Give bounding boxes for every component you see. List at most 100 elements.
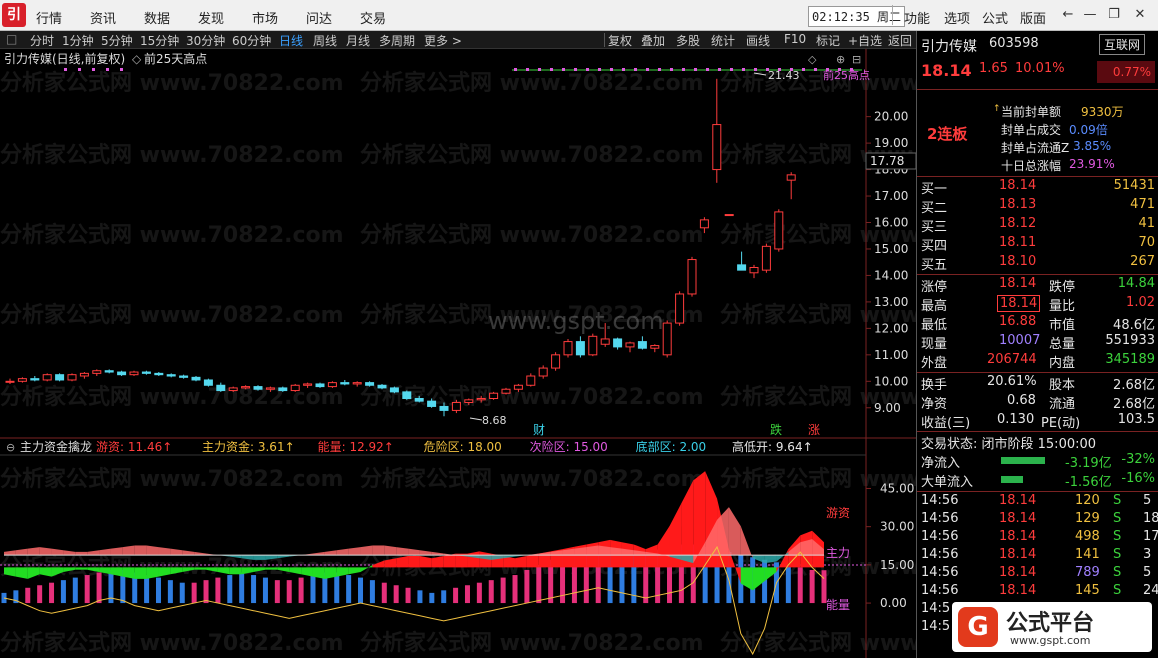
menu-banmian[interactable]: 版面	[1020, 8, 1046, 27]
tab-toggle-icon[interactable]: □	[6, 32, 17, 46]
price-tick-label: 17.00	[874, 189, 908, 203]
candle-body	[761, 245, 771, 271]
candle-body	[439, 405, 449, 411]
menu-hangqing[interactable]: 行情	[36, 8, 62, 27]
menu-wenda[interactable]: 问达	[306, 8, 332, 27]
candle-body	[551, 354, 561, 369]
tab-5min[interactable]: 5分钟	[101, 32, 133, 49]
tool-back[interactable]: 返回	[888, 32, 912, 49]
youzi-segment	[348, 567, 361, 575]
candle-body	[575, 341, 585, 356]
candle-body	[352, 382, 362, 385]
menu-shuju[interactable]: 数据	[144, 8, 170, 27]
divider	[917, 491, 1158, 492]
energy-bar	[262, 577, 268, 604]
zhuli-segment	[396, 547, 409, 556]
restore-icon[interactable]: ❐	[1104, 5, 1124, 25]
candles	[5, 78, 796, 417]
die-marker: 跌	[770, 422, 782, 437]
tick-row[interactable]: 14:56 18.14 498 S 17	[917, 529, 1158, 547]
zhuli-segment	[15, 548, 28, 556]
bid-row: 买四 18.11 70	[921, 235, 1155, 254]
high-dot	[78, 68, 81, 71]
tab-more[interactable]: 更多 >	[424, 32, 462, 49]
youzi-segment	[515, 555, 527, 568]
sector-tag[interactable]: 互联网	[1099, 34, 1146, 55]
tab-monthly[interactable]: 月线	[346, 32, 370, 49]
candle-body	[265, 387, 275, 390]
kline-svg[interactable]: 引力传媒(日线,前复权) ◇ 前25天高点 ◇ ⊕ ⊟ 前25高点 21.43 …	[0, 49, 916, 658]
tick-row[interactable]: 14:56 18.14 120 S 5	[917, 493, 1158, 511]
price-tick-label: 16.00	[874, 216, 908, 230]
tab-60min[interactable]: 60分钟	[232, 32, 271, 49]
zhuli-segment	[241, 555, 254, 560]
tool-f10[interactable]: F10	[784, 32, 806, 46]
youzi-segment	[63, 567, 76, 572]
stat-row: 换手 20.61% 股本 2.68亿	[921, 374, 1155, 393]
energy-bar	[441, 590, 447, 604]
youzi-segment	[87, 567, 100, 572]
tab-1min[interactable]: 1分钟	[62, 32, 94, 49]
candle-body	[724, 214, 734, 217]
minimize-icon[interactable]: —	[1080, 5, 1100, 25]
tick-row[interactable]: 14:56 18.14 141 S 3	[917, 547, 1158, 565]
menu-gongshi[interactable]: 公式	[982, 8, 1008, 27]
menu-jiaoyi[interactable]: 交易	[360, 8, 386, 27]
high-dot	[814, 68, 817, 71]
youzi-segment	[217, 567, 230, 575]
tick-row[interactable]: 14:56 18.14 129 S 18	[917, 511, 1158, 529]
candle-body	[228, 387, 238, 392]
youzi-segment	[206, 567, 218, 572]
energy-bar	[274, 580, 280, 604]
zhuli-segment	[99, 548, 111, 556]
tab-15min[interactable]: 15分钟	[140, 32, 179, 49]
tool-tongji[interactable]: 统计	[711, 32, 735, 49]
period-tab-bar: □ 分时 1分钟 5分钟 15分钟 30分钟 60分钟 日线 周线 月线 多周期…	[0, 31, 916, 49]
tab-multi-period[interactable]: 多周期	[379, 32, 415, 49]
youzi-segment	[51, 567, 64, 577]
candle-body	[451, 401, 461, 411]
zhuli-segment	[336, 548, 349, 556]
tool-add-watchlist[interactable]: +自选	[848, 32, 882, 49]
tool-fuquan[interactable]: 复权	[608, 32, 632, 49]
candle-body	[303, 383, 313, 386]
energy-bar	[251, 575, 257, 604]
flow-bar	[1001, 457, 1045, 464]
menu-faxian[interactable]: 发现	[198, 8, 224, 27]
candle-body	[427, 400, 437, 407]
tick-row[interactable]: 14:56 18.14 145 S 24	[917, 583, 1158, 601]
tool-huaxian[interactable]: 画线	[746, 32, 770, 49]
tool-biaoji[interactable]: 标记	[816, 32, 840, 49]
tick-row[interactable]: 14:56 18.14 789 S 5	[917, 565, 1158, 583]
candle-body	[489, 392, 499, 400]
candle-body	[712, 124, 722, 171]
menu-zixun[interactable]: 资讯	[90, 8, 116, 27]
high-dot	[730, 68, 733, 71]
badge-title: 公式平台	[1006, 611, 1095, 636]
youzi-segment	[277, 567, 290, 572]
energy-bar	[144, 575, 150, 604]
high-dot	[526, 68, 529, 71]
app-logo-icon[interactable]: 引	[2, 3, 26, 27]
indicator-legend-item: 次险区: 15.00	[530, 439, 608, 454]
candle-body	[526, 375, 536, 386]
high-dot	[610, 68, 613, 71]
price-tick-label: 9.00	[874, 401, 901, 415]
energy-bar	[453, 587, 459, 604]
menu-shichang[interactable]: 市场	[252, 8, 278, 27]
tab-weekly[interactable]: 周线	[313, 32, 337, 49]
high-dot	[706, 68, 709, 71]
back-arrow-icon[interactable]: ←	[1058, 5, 1078, 25]
tab-fenshi[interactable]: 分时	[30, 32, 54, 49]
tool-diejia[interactable]: 叠加	[641, 32, 665, 49]
price-pct: 10.01%	[1015, 61, 1065, 76]
tab-daily[interactable]: 日线	[279, 32, 303, 49]
zhuli-segment	[324, 550, 337, 556]
tool-duogu[interactable]: 多股	[676, 32, 700, 49]
high-dot	[514, 68, 517, 71]
menu-xuanxiang[interactable]: 选项	[944, 8, 970, 27]
tab-30min[interactable]: 30分钟	[186, 32, 225, 49]
close-icon[interactable]: ✕	[1130, 5, 1150, 25]
menu-gongneng[interactable]: 功能	[904, 8, 930, 27]
kline-chart-area[interactable]: 分析家公式网 www.70822.com 分析家公式网 www.70822.co…	[0, 49, 916, 658]
